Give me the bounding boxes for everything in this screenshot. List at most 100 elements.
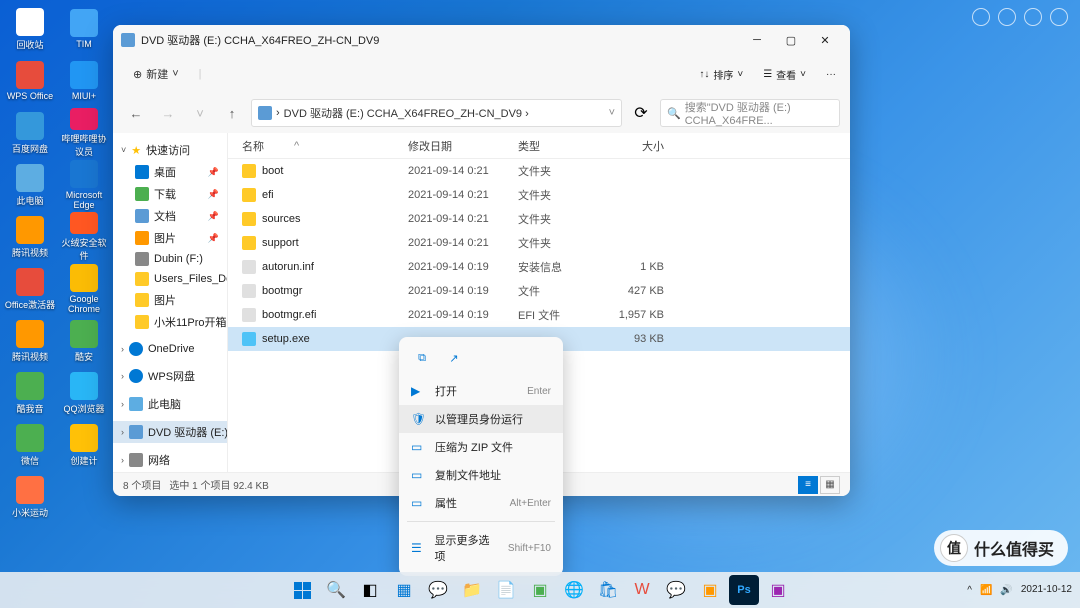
- clock[interactable]: 2021-10-12: [1021, 584, 1072, 596]
- desktop-icon[interactable]: 此电脑: [4, 160, 56, 210]
- sidebar-dubin[interactable]: Dubin (F:): [113, 249, 227, 269]
- file-row[interactable]: boot2021-09-14 0:21文件夹: [228, 159, 850, 183]
- desktop-icon[interactable]: 火绒安全软件: [58, 212, 110, 262]
- wechat-button[interactable]: 💬: [661, 575, 691, 605]
- desktop-icon[interactable]: 小米运动: [4, 472, 56, 522]
- file-row[interactable]: sources2021-09-14 0:21文件夹: [228, 207, 850, 231]
- ctx-run-as-admin[interactable]: 🛡以管理员身份运行: [399, 405, 563, 433]
- sidebar-pics2[interactable]: 图片: [113, 289, 227, 311]
- desktop-icon[interactable]: QQ浏览器: [58, 368, 110, 418]
- props-icon: ▭: [411, 496, 425, 510]
- file-row[interactable]: efi2021-09-14 0:21文件夹: [228, 183, 850, 207]
- sidebar-onedrive[interactable]: ›OneDrive: [113, 339, 227, 359]
- office-button[interactable]: 📄: [491, 575, 521, 605]
- desktop-icon[interactable]: Office激活器: [4, 264, 56, 314]
- desktop-icon[interactable]: 创建计: [58, 420, 110, 470]
- drive-icon: [121, 33, 135, 47]
- sidebar-pictures[interactable]: 图片📌: [113, 227, 227, 249]
- sidebar-downloads[interactable]: 下载📌: [113, 183, 227, 205]
- icons-view-button[interactable]: ▦: [820, 476, 840, 494]
- share-icon[interactable]: ↗: [443, 347, 465, 369]
- sidebar-thispc[interactable]: ›此电脑: [113, 393, 227, 415]
- sidebar-desktop[interactable]: 桌面📌: [113, 161, 227, 183]
- toolbar: ⊕ 新建 ˅ | ↑↓ 排序 ˅ ☰ 查看 ˅ ···: [113, 55, 850, 93]
- ctx-properties[interactable]: ▭属性Alt+Enter: [399, 489, 563, 517]
- desktop-icon[interactable]: Google Chrome: [58, 264, 110, 314]
- ctx-more-options[interactable]: ☰显示更多选项Shift+F10: [399, 526, 563, 570]
- search-button[interactable]: 🔍: [321, 575, 351, 605]
- file-row[interactable]: bootmgr.efi2021-09-14 0:19EFI 文件1,957 KB: [228, 303, 850, 327]
- taskview-button[interactable]: ◧: [355, 575, 385, 605]
- store-button[interactable]: 🛍: [593, 575, 623, 605]
- view-button[interactable]: ☰ 查看 ˅: [757, 63, 812, 86]
- refresh-button[interactable]: ⟳: [628, 100, 654, 126]
- more-icon: ☰: [411, 541, 424, 555]
- wps-button[interactable]: W: [627, 575, 657, 605]
- sidebar-quick-access[interactable]: ˅★快速访问: [113, 139, 227, 161]
- system-tray[interactable]: ^ 📶 🔊 2021-10-12: [967, 584, 1072, 596]
- volume-icon[interactable]: 🔊: [1000, 585, 1012, 596]
- sidebar-network[interactable]: ›网络: [113, 449, 227, 471]
- desktop-icon[interactable]: 腾讯视频: [4, 316, 56, 366]
- tray-icon[interactable]: [972, 8, 990, 26]
- start-button[interactable]: [287, 575, 317, 605]
- widgets-button[interactable]: ▦: [389, 575, 419, 605]
- new-button[interactable]: ⊕ 新建 ˅: [127, 62, 185, 86]
- desktop-icon[interactable]: 回收站: [4, 4, 56, 54]
- desktop-icon[interactable]: 哔哩哔哩协议员: [58, 108, 110, 158]
- up-button[interactable]: ↑: [219, 100, 245, 126]
- path-icon: ▭: [411, 468, 425, 482]
- desktop-icon[interactable]: TIM: [58, 4, 110, 54]
- sidebar-documents[interactable]: 文档📌: [113, 205, 227, 227]
- network-icon[interactable]: 📶: [980, 585, 992, 596]
- more-button[interactable]: ···: [820, 65, 842, 84]
- tray-icon[interactable]: [998, 8, 1016, 26]
- titlebar[interactable]: DVD 驱动器 (E:) CCHA_X64FREO_ZH-CN_DV9 ─ ▢ …: [113, 25, 850, 55]
- column-headers[interactable]: 名称^ 修改日期 类型 大小: [228, 133, 850, 159]
- breadcrumb[interactable]: › DVD 驱动器 (E:) CCHA_X64FREO_ZH-CN_DV9 › …: [251, 99, 622, 127]
- maximize-button[interactable]: ▢: [774, 26, 808, 54]
- open-icon: ▶: [411, 384, 425, 398]
- forward-button[interactable]: →: [155, 100, 181, 126]
- sidebar-xiaomi[interactable]: 小米11Pro开箱: [113, 311, 227, 333]
- file-row[interactable]: support2021-09-14 0:21文件夹: [228, 231, 850, 255]
- desktop-icons: 回收站WPS Office百度网盘此电脑腾讯视频Office激活器腾讯视频酷我音…: [0, 0, 114, 570]
- desktop-icon[interactable]: Microsoft Edge: [58, 160, 110, 210]
- ctx-copy-path[interactable]: ▭复制文件地址: [399, 461, 563, 489]
- minimize-button[interactable]: ─: [740, 26, 774, 54]
- ctx-open[interactable]: ▶打开Enter: [399, 377, 563, 405]
- tray-icon[interactable]: [1024, 8, 1042, 26]
- app2-button[interactable]: ▣: [695, 575, 725, 605]
- close-button[interactable]: ✕: [808, 26, 842, 54]
- details-view-button[interactable]: ≡: [798, 476, 818, 494]
- desktop-icon[interactable]: 腾讯视频: [4, 212, 56, 262]
- app3-button[interactable]: ▣: [763, 575, 793, 605]
- sort-button[interactable]: ↑↓ 排序 ˅: [693, 63, 749, 86]
- selection-info: 选中 1 个项目 92.4 KB: [169, 477, 268, 492]
- app-button[interactable]: ▣: [525, 575, 555, 605]
- explorer-button[interactable]: 📁: [457, 575, 487, 605]
- recent-button[interactable]: ˅: [187, 100, 213, 126]
- back-button[interactable]: ←: [123, 100, 149, 126]
- chat-button[interactable]: 💬: [423, 575, 453, 605]
- file-row[interactable]: autorun.inf2021-09-14 0:19安装信息1 KB: [228, 255, 850, 279]
- copy-icon[interactable]: ⧉: [411, 347, 433, 369]
- tray-chevron-icon[interactable]: ^: [967, 585, 972, 596]
- edge-button[interactable]: 🌐: [559, 575, 589, 605]
- desktop-icon[interactable]: MIUI+: [58, 56, 110, 106]
- desktop-icon[interactable]: 酷我音: [4, 368, 56, 418]
- desktop-icon[interactable]: 百度网盘: [4, 108, 56, 158]
- ps-button[interactable]: Ps: [729, 575, 759, 605]
- tray-icon[interactable]: [1050, 8, 1068, 26]
- desktop-icon[interactable]: 酷安: [58, 316, 110, 366]
- desktop-icon[interactable]: WPS Office: [4, 56, 56, 106]
- ctx-zip[interactable]: ▭压缩为 ZIP 文件: [399, 433, 563, 461]
- desktop-icon[interactable]: 微信: [4, 420, 56, 470]
- sidebar-wps[interactable]: ›WPS网盘: [113, 365, 227, 387]
- file-row[interactable]: bootmgr2021-09-14 0:19文件427 KB: [228, 279, 850, 303]
- search-input[interactable]: 🔍 搜索"DVD 驱动器 (E:) CCHA_X64FRE...: [660, 99, 840, 127]
- sidebar-users-files[interactable]: Users_Files_Down: [113, 269, 227, 289]
- navbar: ← → ˅ ↑ › DVD 驱动器 (E:) CCHA_X64FREO_ZH-C…: [113, 93, 850, 133]
- sidebar-dvd-drive[interactable]: ›DVD 驱动器 (E:) CCHA: [113, 421, 227, 443]
- shield-icon: 🛡: [411, 412, 425, 426]
